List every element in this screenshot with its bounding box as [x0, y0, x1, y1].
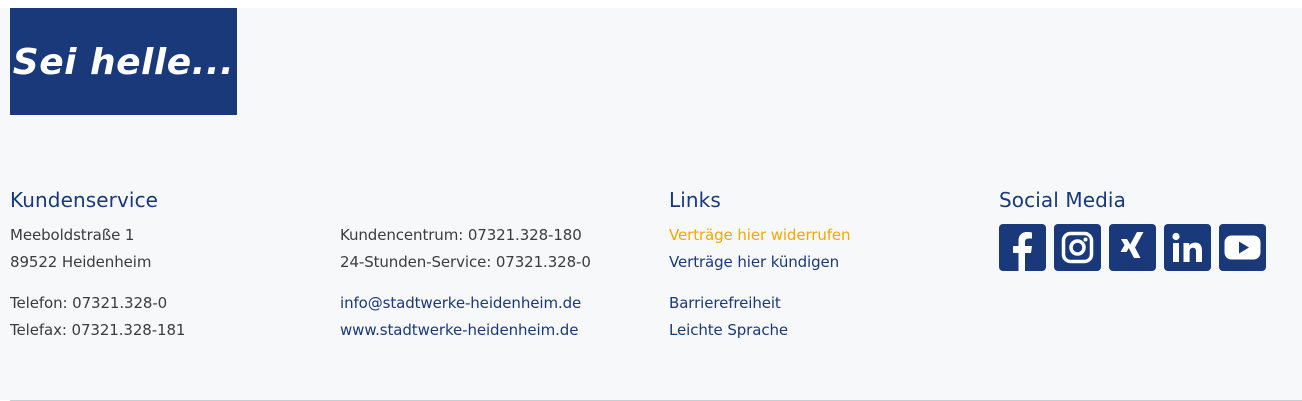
service-24h-phone: 24-Stunden-Service: 07321.328-0: [340, 253, 591, 271]
kundenservice-heading: Kundenservice: [10, 188, 159, 212]
fax-number: Telefax: 07321.328-181: [10, 321, 186, 339]
social-icons: [999, 224, 1266, 271]
link-leichte-sprache[interactable]: Leichte Sprache: [669, 320, 788, 340]
linkedin-icon[interactable]: [1164, 224, 1211, 271]
address-city: 89522 Heidenheim: [10, 253, 152, 271]
brand-slogan: Sei helle...: [12, 42, 235, 83]
link-widerrufen[interactable]: Verträge hier widerrufen: [669, 225, 851, 245]
facebook-icon[interactable]: [999, 224, 1046, 271]
email-link[interactable]: info@stadtwerke-heidenheim.de: [340, 293, 581, 313]
link-kuendigen[interactable]: Verträge hier kündigen: [669, 252, 839, 272]
youtube-icon[interactable]: [1219, 224, 1266, 271]
links-heading: Links: [669, 188, 721, 212]
social-heading: Social Media: [999, 188, 1126, 212]
address-street: Meeboldstraße 1: [10, 226, 135, 244]
xing-icon[interactable]: [1109, 224, 1156, 271]
link-barrierefreiheit[interactable]: Barrierefreiheit: [669, 293, 781, 313]
brand-logo[interactable]: Sei helle...: [10, 8, 237, 115]
website-link[interactable]: www.stadtwerke-heidenheim.de: [340, 320, 578, 340]
instagram-icon[interactable]: [1054, 224, 1101, 271]
phone-number: Telefon: 07321.328-0: [10, 294, 168, 312]
customer-center-phone: Kundencentrum: 07321.328-180: [340, 226, 582, 244]
